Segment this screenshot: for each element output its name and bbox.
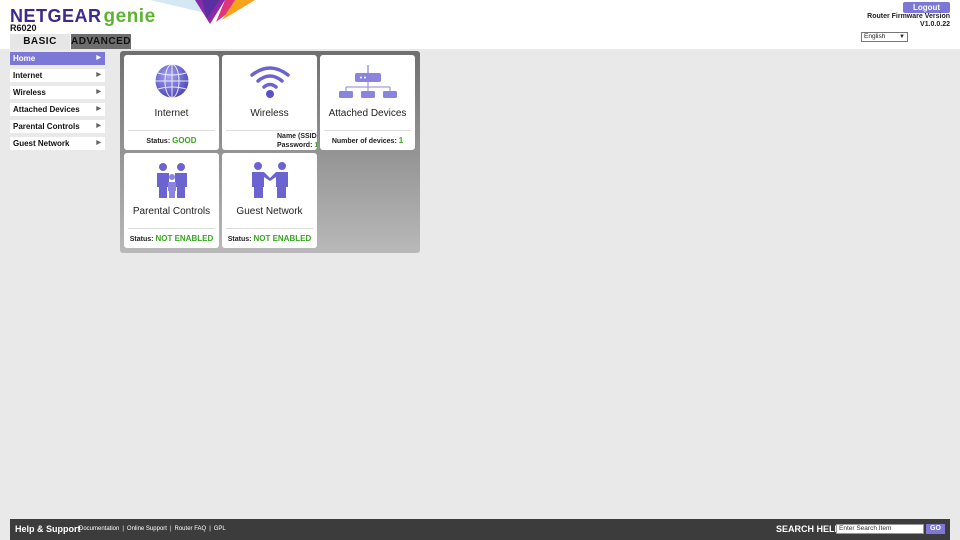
dashboard-panel: Internet Status: GOOD Wireless Name (SSI… bbox=[120, 51, 420, 253]
parental-status: Status: NOT ENABLED bbox=[124, 234, 219, 243]
internet-status: Status: GOOD bbox=[124, 136, 219, 145]
arrow-right-icon: ▶ bbox=[96, 55, 101, 61]
go-button[interactable]: GO bbox=[926, 524, 945, 534]
footer: Help & Support Documentation | Online Sup… bbox=[10, 519, 950, 540]
language-select[interactable]: English ▼ bbox=[861, 32, 908, 42]
search-input[interactable]: Enter Search Item bbox=[836, 524, 924, 534]
status-value: NOT ENABLED bbox=[253, 234, 312, 243]
link-separator: | bbox=[169, 526, 172, 532]
tile-title: Parental Controls bbox=[132, 206, 211, 217]
sidebar-item-internet[interactable]: Internet ▶ bbox=[10, 69, 105, 82]
tab-advanced[interactable]: ADVANCED bbox=[71, 34, 131, 49]
sidebar-item-label: Guest Network bbox=[13, 139, 70, 148]
status-value: NOT ENABLED bbox=[155, 234, 214, 243]
tile-attached-devices[interactable]: Attached Devices Number of devices: 1 bbox=[320, 55, 415, 150]
header: NETGEAR genie R6020 BASIC ADVANCED Logout… bbox=[0, 0, 960, 49]
arrow-right-icon: ▶ bbox=[96, 123, 101, 129]
sidebar-item-label: Internet bbox=[13, 71, 43, 80]
sidebar-item-wireless[interactable]: Wireless ▶ bbox=[10, 86, 105, 99]
help-links: Documentation | Online Support | Router FA… bbox=[79, 526, 226, 532]
divider bbox=[128, 130, 215, 131]
arrow-right-icon: ▶ bbox=[96, 140, 101, 146]
search-help-label: SEARCH HELP bbox=[776, 524, 841, 534]
link-gpl[interactable]: GPL bbox=[214, 526, 226, 532]
password-value: 1 bbox=[314, 142, 317, 149]
sidebar-item-label: Wireless bbox=[13, 88, 46, 97]
status-value: GOOD bbox=[172, 136, 197, 145]
guest-status: Status: NOT ENABLED bbox=[222, 234, 317, 243]
count-label: Number of devices: bbox=[331, 138, 397, 145]
link-separator: | bbox=[122, 526, 124, 532]
tile-title: Attached Devices bbox=[328, 108, 407, 119]
sidebar-item-parental-controls[interactable]: Parental Controls ▶ bbox=[10, 120, 105, 133]
logout-button[interactable]: Logout bbox=[903, 2, 950, 13]
handshake-icon bbox=[222, 161, 317, 201]
network-devices-icon bbox=[320, 63, 415, 103]
ssid-label: Name (SSID bbox=[277, 133, 317, 140]
tile-wireless[interactable]: Wireless Name (SSID Password: 1 bbox=[222, 55, 317, 150]
tile-title: Internet bbox=[154, 108, 189, 119]
firmware-info: Router Firmware Version V1.0.0.22 bbox=[867, 13, 950, 29]
language-selected: English bbox=[864, 33, 886, 40]
router-model: R6020 bbox=[10, 23, 37, 33]
firmware-label: Router Firmware Version bbox=[867, 13, 950, 20]
globe-icon bbox=[124, 63, 219, 103]
wireless-info: Name (SSID Password: 1 bbox=[277, 132, 317, 150]
chevron-down-icon: ▼ bbox=[899, 34, 905, 40]
sidebar-item-guest-network[interactable]: Guest Network ▶ bbox=[10, 137, 105, 150]
divider bbox=[226, 130, 313, 131]
tile-guest-network[interactable]: Guest Network Status: NOT ENABLED bbox=[222, 153, 317, 248]
tile-title: Guest Network bbox=[236, 206, 303, 217]
sidebar-item-attached-devices[interactable]: Attached Devices ▶ bbox=[10, 103, 105, 116]
divider bbox=[226, 228, 313, 229]
link-router-faq[interactable]: Router FAQ bbox=[175, 526, 207, 532]
status-label: Status: bbox=[227, 236, 252, 243]
wifi-icon bbox=[222, 63, 317, 103]
arrow-right-icon: ▶ bbox=[96, 72, 101, 78]
device-count: Number of devices: 1 bbox=[320, 136, 415, 145]
help-support-title: Help & Support bbox=[15, 524, 81, 534]
sidebar-item-label: Attached Devices bbox=[13, 105, 80, 114]
family-icon bbox=[124, 161, 219, 201]
sidebar-item-label: Home bbox=[13, 54, 36, 63]
link-documentation[interactable]: Documentation bbox=[79, 526, 119, 532]
tile-internet[interactable]: Internet Status: GOOD bbox=[124, 55, 219, 150]
main-tabs: BASIC ADVANCED bbox=[10, 34, 131, 49]
brand-suffix: genie bbox=[103, 6, 156, 27]
sidebar-item-label: Parental Controls bbox=[13, 122, 80, 131]
tile-parental-controls[interactable]: Parental Controls Status: NOT ENABLED bbox=[124, 153, 219, 248]
arrow-right-icon: ▶ bbox=[96, 89, 101, 95]
link-separator: | bbox=[209, 526, 211, 532]
password-label: Password: bbox=[277, 142, 313, 149]
link-online-support[interactable]: Online Support bbox=[127, 526, 167, 532]
divider bbox=[128, 228, 215, 229]
sidebar: Home ▶ Internet ▶ Wireless ▶ Attached De… bbox=[10, 52, 105, 154]
tab-basic[interactable]: BASIC bbox=[10, 34, 70, 49]
status-label: Status: bbox=[146, 138, 171, 145]
arrow-right-icon: ▶ bbox=[96, 106, 101, 112]
divider bbox=[324, 130, 411, 131]
logo-swoosh-graphic bbox=[150, 0, 255, 24]
firmware-version: V1.0.0.22 bbox=[920, 21, 950, 28]
sidebar-item-home[interactable]: Home ▶ bbox=[10, 52, 105, 65]
status-label: Status: bbox=[129, 236, 154, 243]
tile-title: Wireless bbox=[250, 108, 289, 119]
count-value: 1 bbox=[398, 136, 404, 145]
